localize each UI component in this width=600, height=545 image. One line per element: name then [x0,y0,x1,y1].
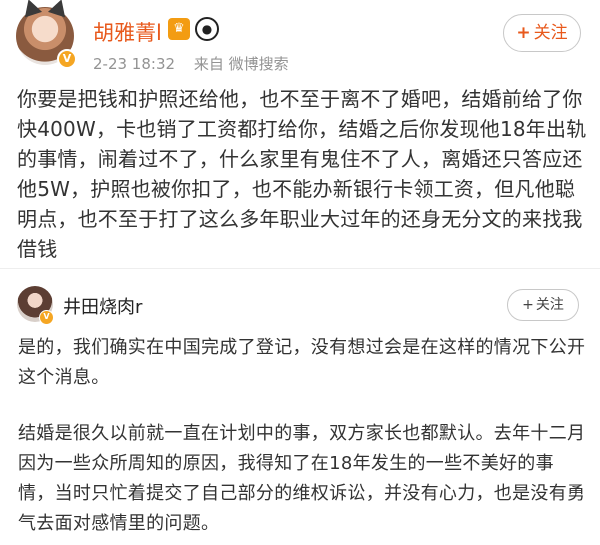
follow-button-label: 关注 [533,23,568,43]
embedded-post-screenshot: V 井田烧肉r + 关注 是的，我们确实在中国完成了登记，没有想过会是在这样的情况… [0,268,600,545]
post-text: 你要是把钱和护照还给他，也不至于离不了婚吧，结婚前给了你快400W，卡也销了工资… [17,87,587,261]
crown-badge-icon[interactable]: ♛ [168,18,190,40]
follow-button[interactable]: + 关注 [503,14,581,52]
embedded-author-name[interactable]: 井田烧肉r [63,293,142,319]
embedded-paragraph-2: 结婚是很久以前就一直在计划中的事，双方家长也都默认。去年十二月因为一些众所周知的… [18,423,586,534]
cat-ears-icon [47,0,71,18]
author-name[interactable]: 胡雅菁l [93,17,162,47]
post-meta: 2-23 18:32 来自 微博搜索 [93,53,289,74]
weibo-post: V 胡雅菁l ♛ ● 2-23 18:32 来自 微博搜索 + 关注 你要是把钱和… [0,0,600,268]
embedded-paragraph-1: 是的，我们确实在中国完成了登记，没有想过会是在这样的情况下公开这个消息。 [18,337,586,388]
plus-icon: + [516,23,531,43]
embedded-follow-label: 关注 [535,297,564,313]
embedded-follow-button[interactable]: + 关注 [507,289,579,321]
panda-badge-icon[interactable]: ● [195,17,219,41]
cat-ears-icon [19,0,43,18]
post-source: 来自 微博搜索 [193,55,289,73]
verified-badge-icon: V [39,310,54,325]
verified-badge-icon: V [57,49,77,69]
post-time: 2-23 18:32 [93,55,176,73]
plus-icon: + [522,297,534,313]
